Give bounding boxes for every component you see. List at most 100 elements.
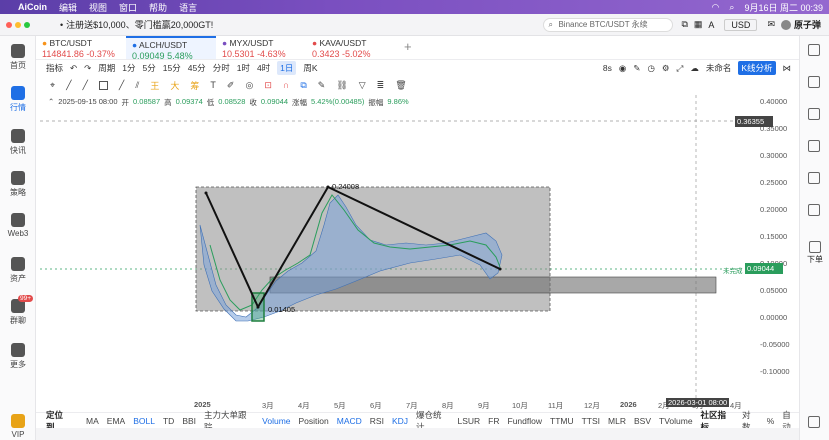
layout-name[interactable]: 未命名	[706, 62, 732, 74]
ind-kdj[interactable]: KDJ	[392, 416, 408, 426]
screenshot-icon[interactable]: ⧉	[681, 19, 687, 30]
interval-15m[interactable]: 15分	[163, 62, 181, 74]
sidebar-item-market[interactable]: 行情	[0, 86, 36, 113]
wave-point-start[interactable]	[204, 191, 208, 195]
interval-week[interactable]: 周K	[303, 62, 317, 74]
camera-icon[interactable]: ◉	[619, 63, 626, 74]
sidebar-item-news[interactable]: 快讯	[0, 129, 36, 156]
right-icon-6[interactable]	[808, 204, 820, 216]
undo-icon[interactable]: ↶	[70, 63, 77, 74]
wave-point-high[interactable]	[326, 185, 330, 189]
redo-icon[interactable]: ↷	[84, 63, 91, 74]
interval-1d[interactable]: 1日	[277, 61, 297, 75]
clock-icon[interactable]: ◷	[647, 63, 654, 74]
sidebar-item-more[interactable]: 更多	[0, 343, 36, 370]
trendline-icon[interactable]: ╱	[66, 80, 71, 91]
ind-ttmu[interactable]: TTMU	[550, 416, 574, 426]
font-icon[interactable]: A	[708, 20, 714, 30]
ticker-tab-myx[interactable]: ● MYX/USDT 10.5301 -4.63%	[216, 36, 306, 59]
copy-icon[interactable]: ⧉	[300, 80, 306, 91]
edit-icon[interactable]: ✎	[633, 63, 640, 74]
pen-icon[interactable]: ✎	[318, 80, 326, 91]
ind-volume[interactable]: Volume	[262, 416, 290, 426]
ind-boll[interactable]: BOLL	[133, 416, 155, 426]
ticker-tab-kava[interactable]: ● KAVA/USDT 0.3423 -5.02%	[306, 36, 396, 59]
wave-point-end[interactable]	[498, 267, 502, 271]
interval-5m[interactable]: 5分	[143, 62, 156, 74]
fullscreen-icon[interactable]: ⤢	[677, 63, 684, 74]
window-controls[interactable]	[6, 21, 30, 28]
mail-icon[interactable]: ✉	[767, 19, 775, 30]
tool-wang[interactable]: 王	[150, 79, 159, 92]
app-name[interactable]: AiCoin	[18, 2, 47, 12]
ind-rsi[interactable]: RSI	[370, 416, 384, 426]
magnet-icon[interactable]: ∩	[283, 80, 289, 90]
time-axis[interactable]: 2025 3月 4月 5月 6月 7月 8月 9月 10月 11月 12月 20…	[40, 398, 756, 410]
period-button[interactable]: 周期	[98, 62, 115, 74]
ind-tvolume[interactable]: TVolume	[659, 416, 693, 426]
kline-analysis-button[interactable]: K线分析	[738, 61, 776, 75]
menu-window[interactable]: 窗口	[119, 1, 137, 14]
eye-icon[interactable]: ◎	[245, 80, 253, 91]
sidebar-item-strategy[interactable]: 策略	[0, 171, 36, 198]
menu-edit[interactable]: 编辑	[59, 1, 77, 14]
price-chart[interactable]: 0.24008 0.01405 未完成	[40, 95, 756, 410]
refresh-rate[interactable]: 8s	[603, 63, 612, 73]
interval-timeline[interactable]: 分时	[213, 62, 230, 74]
ticker-tab-alch[interactable]: ● ALCH/USDT 0.09049 5.48%	[126, 36, 216, 61]
search-input[interactable]: ⌕ Binance BTC/USDT 永续	[543, 17, 674, 32]
tool-chou[interactable]: 筹	[190, 79, 199, 92]
ind-lsur[interactable]: LSUR	[457, 416, 480, 426]
ticker-tab-btc[interactable]: ● BTC/USDT 114841.86 -0.37%	[36, 36, 126, 59]
clock[interactable]: 9月16日 周二 00:39	[744, 1, 823, 14]
wifi-icon[interactable]: ◠	[712, 2, 720, 13]
interval-1h[interactable]: 1时	[237, 62, 250, 74]
percent-toggle[interactable]: %	[767, 416, 775, 426]
indicator-button[interactable]: 指标	[46, 62, 63, 74]
menu-view[interactable]: 视图	[89, 1, 107, 14]
ind-ttsi[interactable]: TTSI	[582, 416, 600, 426]
ind-bbi[interactable]: BBI	[182, 416, 196, 426]
share-icon[interactable]: ⋈	[783, 63, 792, 74]
trash-icon[interactable]: 🗑	[395, 80, 406, 91]
ray-icon[interactable]: ╱	[83, 80, 88, 91]
menu-language[interactable]: 语言	[179, 1, 197, 14]
add-tab-icon[interactable]: +	[404, 36, 412, 59]
promo-banner[interactable]: 注册送$10,000、零门槛赢20,000GT!	[66, 18, 213, 31]
interval-4h[interactable]: 4时	[257, 62, 270, 74]
wave-point-low[interactable]	[256, 305, 260, 309]
rect-icon[interactable]	[98, 80, 108, 90]
currency-select[interactable]: USD	[724, 18, 758, 31]
price-axis[interactable]: 0.40000 0.35000 0.30000 0.25000 0.20000 …	[756, 95, 799, 410]
avatar[interactable]	[780, 19, 791, 30]
filter-icon[interactable]: ▽	[359, 80, 366, 91]
right-icon-5[interactable]	[808, 172, 820, 184]
ind-mlr[interactable]: MLR	[608, 416, 626, 426]
ind-macd[interactable]: MACD	[337, 416, 362, 426]
ind-bsv[interactable]: BSV	[634, 416, 651, 426]
right-icon-1[interactable]	[808, 44, 820, 56]
brush-icon[interactable]: ✐	[227, 80, 235, 91]
ind-td[interactable]: TD	[163, 416, 174, 426]
right-icon-3[interactable]	[808, 108, 820, 120]
search-icon[interactable]: ⌕	[729, 2, 734, 13]
sidebar-item-home[interactable]: 首页	[0, 44, 36, 71]
right-icon-2[interactable]	[808, 76, 820, 88]
user-name[interactable]: 原子弹	[794, 18, 821, 31]
ind-position[interactable]: Position	[299, 416, 329, 426]
menu-help[interactable]: 帮助	[149, 1, 167, 14]
lock-icon[interactable]: ⊡	[264, 80, 272, 91]
line-icon[interactable]: ╱	[119, 80, 124, 91]
stack-icon[interactable]: ≣	[377, 80, 385, 91]
interval-45m[interactable]: 45分	[188, 62, 206, 74]
ind-ma[interactable]: MA	[86, 416, 99, 426]
ind-fundflow[interactable]: Fundflow	[508, 416, 543, 426]
text-icon[interactable]: T	[210, 80, 216, 90]
tool-da[interactable]: 大	[170, 79, 179, 92]
right-icon-4[interactable]	[808, 140, 820, 152]
sidebar-item-assets[interactable]: 资产	[0, 257, 36, 284]
layout-icon[interactable]: ▦	[694, 19, 703, 30]
right-icon-7[interactable]	[808, 416, 820, 428]
ind-ema[interactable]: EMA	[107, 416, 125, 426]
cloud-icon[interactable]: ☁	[690, 63, 699, 74]
